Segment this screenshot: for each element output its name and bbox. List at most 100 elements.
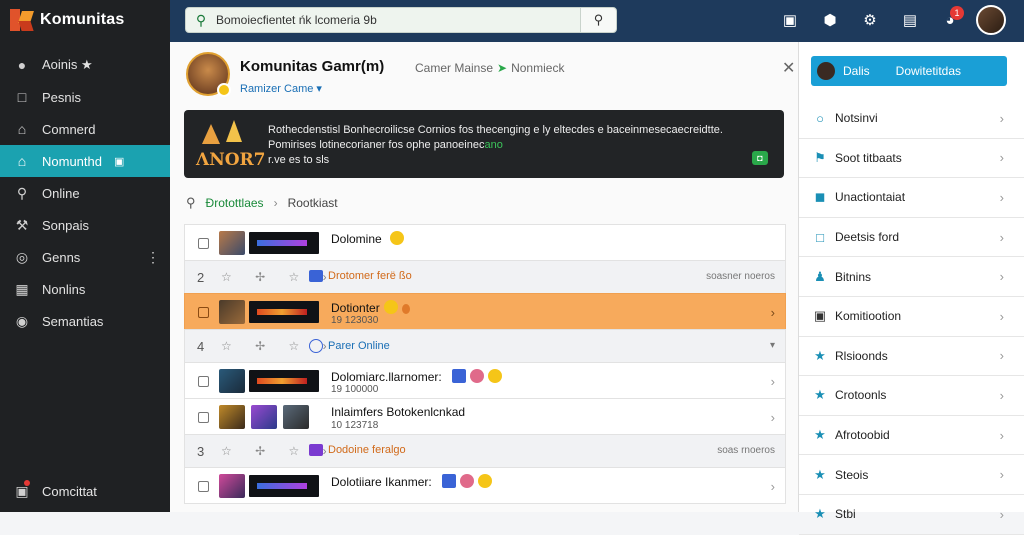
row-thumbnail xyxy=(219,474,245,498)
right-item-steois[interactable]: ★ Steois › xyxy=(799,455,1024,495)
close-icon[interactable]: ✕ xyxy=(782,58,795,78)
row-title-text: Dolotiiare Ikanmer: xyxy=(331,475,432,489)
sidebar-item-label: Semantias xyxy=(42,313,104,329)
group-number: 3 xyxy=(197,444,205,459)
sidebar-item-sonpais[interactable]: ⚒ Sonpais xyxy=(0,209,170,241)
banner-description: Rothecdenstisl Bonhecroilicse Cornios fo… xyxy=(268,123,748,168)
right-item-komitiootion[interactable]: ▣ Komitiootion › xyxy=(799,297,1024,337)
sidebar-item-online[interactable]: ⚲ Online xyxy=(0,177,170,209)
group-header: Komunitas Gamr(m) Camer Mainse ➤ Nonmieck … xyxy=(186,52,795,98)
inbox-icon: ▣ xyxy=(14,480,30,499)
right-panel-top-button[interactable]: Dalis Dowitetitdas xyxy=(811,56,1007,86)
right-item-bitnins[interactable]: ♟ Bitnins › xyxy=(799,257,1024,297)
right-panel-list: ○ Notsinvi › ⚑ Soot titbaats › ◼ Unactiontaia… xyxy=(799,99,1024,535)
banner-art: ΛNOR7 xyxy=(196,120,266,170)
group-avatar[interactable] xyxy=(186,52,231,97)
group-row[interactable]: 3 ☆ ✢ ☆ › Dodoine feralgo soas rnoeros xyxy=(184,434,786,468)
right-item-unaction[interactable]: ◼ Unactiontaiat › xyxy=(799,178,1024,218)
target-icon: ◎ xyxy=(15,248,29,265)
person-icon: ● xyxy=(17,57,27,73)
red-dot-icon xyxy=(24,480,30,486)
sidebar-item-label: Nonlins xyxy=(42,281,86,297)
emoji-icon xyxy=(383,300,398,314)
chevron-right-icon: › xyxy=(999,387,1004,403)
chevron-right-icon: › xyxy=(273,196,278,210)
row-thumbnail xyxy=(219,231,245,255)
list-item[interactable]: Dolomine xyxy=(184,224,786,261)
list-item[interactable]: Dolotiiare Ikanmer: › xyxy=(184,467,786,504)
row-checkbox[interactable] xyxy=(198,412,209,423)
sidebar-item-label: Online xyxy=(42,185,80,201)
row-checkbox[interactable] xyxy=(198,376,209,387)
sidebar-bottom-item[interactable]: ▣ Comcittat xyxy=(14,480,97,499)
group-row[interactable]: 2 ☆ ✢ ☆ › Drotomer ferë ßo soasner noero… xyxy=(184,260,786,294)
group-type-dropdown[interactable]: Ramizer Came ▾ xyxy=(240,82,322,95)
right-item-deetsis[interactable]: □ Deetsis ford › xyxy=(799,218,1024,258)
row-title-text: Dotionter xyxy=(331,301,380,315)
app-logo[interactable]: Komunitas xyxy=(10,8,124,32)
right-item-crotoonls[interactable]: ★ Crotoonls › xyxy=(799,376,1024,416)
chevron-right-icon[interactable]: › xyxy=(771,305,775,320)
star-icon: ★ xyxy=(814,427,826,443)
sidebar-item-genns[interactable]: ◎ Genns ⋮ xyxy=(0,241,170,273)
wrench-icon: ⚒ xyxy=(15,216,29,233)
hexagon-icon[interactable]: ⬢ xyxy=(810,4,850,36)
chevron-right-icon[interactable]: › xyxy=(771,410,775,425)
chevron-right-icon[interactable]: › xyxy=(771,479,775,494)
chevron-right-icon: › xyxy=(999,308,1004,324)
row-thumbnail xyxy=(219,405,245,429)
user-avatar[interactable] xyxy=(976,5,1006,35)
search-input[interactable]: Bomoiecfientet ńk lcomeria 9b xyxy=(216,13,580,27)
search-box[interactable]: ⚲ Bomoiecfientet ńk lcomeria 9b ⚲ xyxy=(185,7,617,33)
gamepad-icon[interactable]: ◕ 1 xyxy=(930,4,970,36)
banner-badge-icon[interactable]: ◘ xyxy=(752,151,768,165)
chat-icon[interactable]: ▣ xyxy=(770,4,810,36)
group-row[interactable]: 4 ☆ ✢ ☆ › Parer Online ▾ xyxy=(184,329,786,363)
row-subtitle: 19 123030 xyxy=(331,315,379,326)
chevron-right-icon: › xyxy=(999,269,1004,285)
sidebar-item-nomunthd[interactable]: ⌂ Nomunthd ▣ xyxy=(0,145,170,177)
more-options-icon[interactable]: ⋮ xyxy=(146,249,160,266)
banner-highlight: ano xyxy=(484,139,503,151)
sidebar-item-semantias[interactable]: ◉ Semantias xyxy=(0,305,170,337)
group-meta-1: Camer Mainse xyxy=(415,61,494,75)
star-icon: ★ xyxy=(814,347,826,363)
breadcrumb-item-1[interactable]: Ɖrotottlaes xyxy=(206,196,264,210)
sidebar-item-pesnis[interactable]: □ Pesnis xyxy=(0,81,170,113)
row-thumbnail xyxy=(219,369,245,393)
list-item[interactable]: Dolomiarc.llarnomer: 19 100000 › xyxy=(184,362,786,399)
right-top-label-a: Dalis xyxy=(843,64,870,78)
row-title-text: Dolomine xyxy=(331,232,382,246)
row-title: Dotionter xyxy=(331,300,410,315)
list-item[interactable]: Inlaimfers Botokenlcnkad 10 123718 › xyxy=(184,398,786,435)
tag-square-icon xyxy=(309,444,323,456)
right-item-soot[interactable]: ⚑ Soot titbaats › xyxy=(799,139,1024,179)
sidebar-item-comnerd[interactable]: ⌂ Comnerd xyxy=(0,113,170,145)
row-subtitle: 10 123718 xyxy=(331,420,379,431)
chevron-down-icon[interactable]: ▾ xyxy=(770,340,775,351)
right-item-label: Afrotoobid xyxy=(835,428,890,443)
emoji-icon xyxy=(389,231,404,245)
row-checkbox[interactable] xyxy=(198,307,209,318)
row-checkbox[interactable] xyxy=(198,238,209,249)
search-button[interactable]: ⚲ xyxy=(580,8,616,32)
search-icon[interactable]: ⚲ xyxy=(186,195,196,211)
message-icon[interactable]: ▤ xyxy=(890,4,930,36)
right-item-label: Unactiontaiat xyxy=(835,190,906,205)
emoji-icon xyxy=(451,369,466,383)
list-item-highlighted[interactable]: Dotionter 19 123030 › xyxy=(184,293,786,330)
sidebar-item-aoinis[interactable]: ● Aoinis ★ xyxy=(0,49,170,81)
chevron-right-icon: › xyxy=(999,506,1004,522)
home-icon: ⌂ xyxy=(17,121,27,137)
tag-square-icon xyxy=(309,270,323,282)
right-panel: Dalis Dowitetitdas ○ Notsinvi › ⚑ Soot titb… xyxy=(798,42,1024,535)
sidebar-item-nonlins[interactable]: ▦ Nonlins xyxy=(0,273,170,305)
right-item-stbi[interactable]: ★ Stbi › xyxy=(799,495,1024,535)
right-item-afrotoobid[interactable]: ★ Afrotoobid › xyxy=(799,416,1024,456)
row-checkbox[interactable] xyxy=(198,481,209,492)
right-item-notsinvi[interactable]: ○ Notsinvi › xyxy=(799,99,1024,139)
breadcrumb-item-2[interactable]: Rootkiast xyxy=(288,196,338,210)
chevron-right-icon[interactable]: › xyxy=(771,374,775,389)
right-item-rlsioonds[interactable]: ★ Rlsioonds › xyxy=(799,337,1024,377)
gear-icon[interactable]: ⚙ xyxy=(850,4,890,36)
